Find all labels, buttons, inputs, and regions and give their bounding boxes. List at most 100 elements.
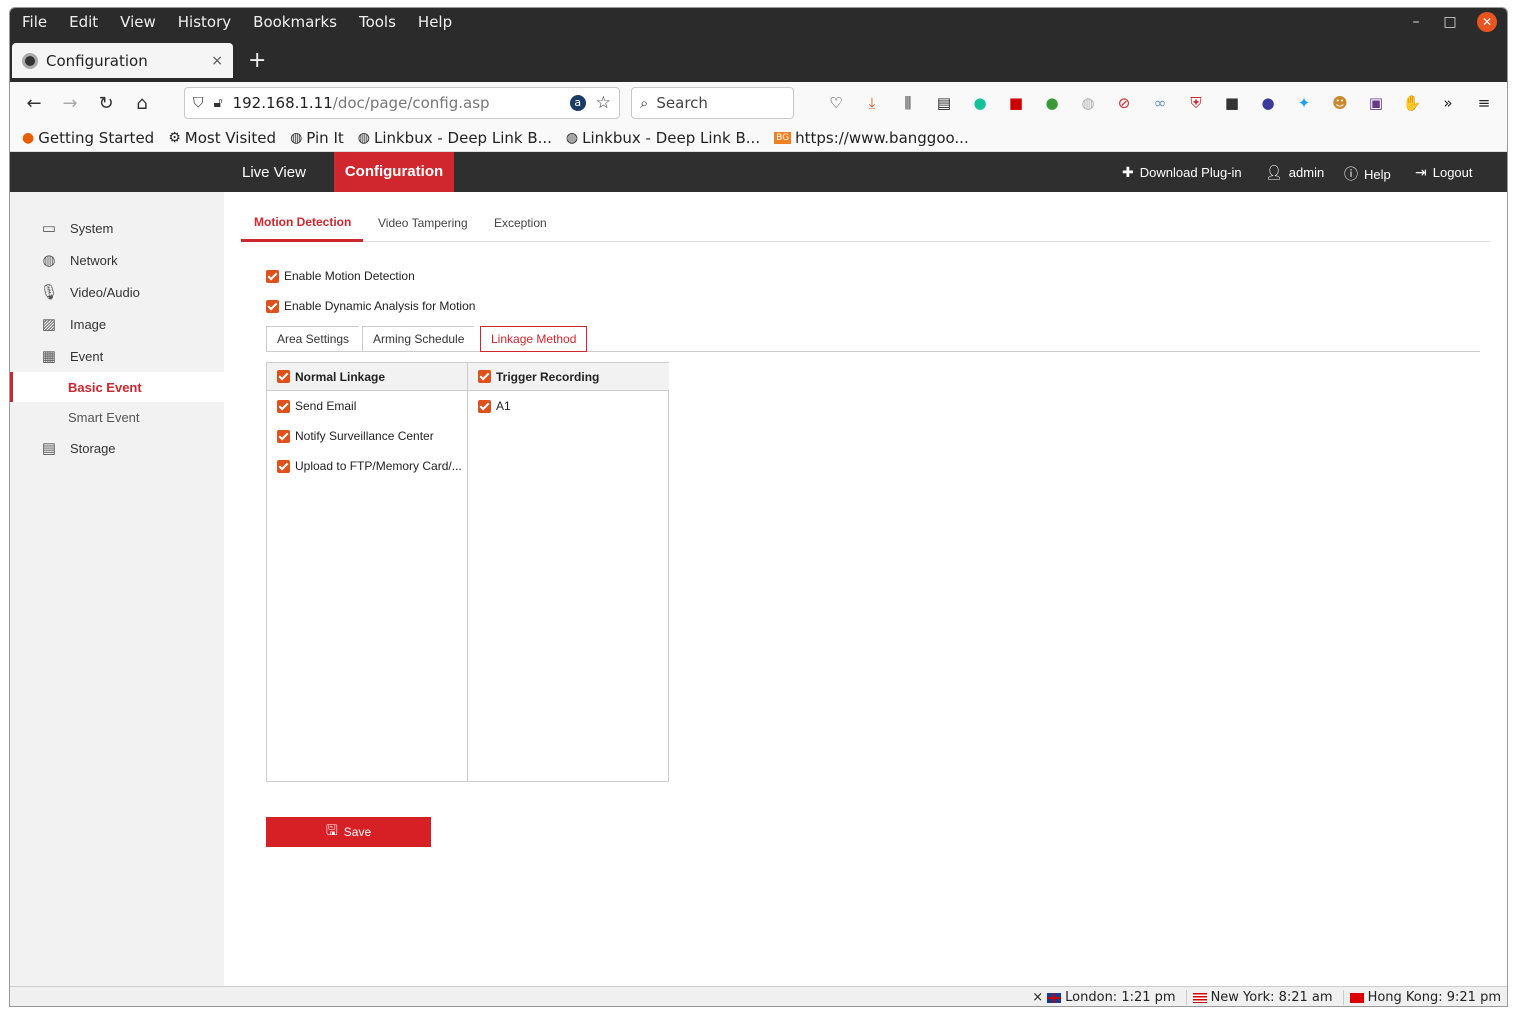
chat-extension-icon[interactable]: ● (1041, 92, 1063, 114)
bookmark-linkbux-2[interactable]: ◍ Linkbux - Deep Link B... (566, 129, 760, 147)
enable-motion-option[interactable]: Enable Motion Detection (266, 269, 415, 283)
dark-extension-icon[interactable]: ■ (1221, 92, 1243, 114)
nav-live-view[interactable]: Live View (242, 164, 306, 181)
tab-arming-schedule[interactable]: Arming Schedule (362, 326, 475, 351)
sidebar-item-image[interactable]: ▨ Image (10, 309, 224, 339)
a1-checkbox[interactable] (478, 399, 491, 413)
close-window-icon[interactable]: ✕ (1477, 12, 1497, 32)
globe-extension-icon[interactable]: ◍ (1077, 92, 1099, 114)
grammarly-icon[interactable]: ● (969, 92, 991, 114)
sidebar-icon[interactable]: ▤ (933, 92, 955, 114)
tab-close-icon[interactable]: × (211, 53, 223, 69)
block-extension-icon[interactable]: ⊘ (1113, 92, 1135, 114)
nav-configuration[interactable]: Configuration (334, 152, 454, 192)
logout-link[interactable]: ⇥ Logout (1415, 164, 1473, 181)
extension-red-icon[interactable]: ■ (1005, 92, 1027, 114)
planet-extension-icon[interactable]: ● (1257, 92, 1279, 114)
flag-extension-icon[interactable]: ▣ (1365, 92, 1387, 114)
sidebar-item-basic-event[interactable]: Basic Event (10, 372, 224, 402)
reload-icon[interactable]: ↻ (88, 93, 124, 114)
status-close-icon[interactable]: × (1032, 990, 1043, 1005)
trigger-recording-checkbox[interactable] (478, 370, 491, 383)
bookmark-star-icon[interactable]: ☆ (596, 93, 611, 113)
download-plugin-link[interactable]: ✚ Download Plug-in (1122, 164, 1242, 181)
storage-icon: ▤ (41, 440, 57, 457)
camera-favicon-icon (22, 52, 38, 69)
bookmark-getting-started[interactable]: ● Getting Started (22, 129, 154, 147)
menu-file[interactable]: File (22, 13, 47, 31)
sidebar-item-network[interactable]: ◍ Network (10, 245, 224, 275)
user-menu[interactable]: 👤︎ admin (1265, 164, 1324, 181)
trigger-recording-header[interactable]: Trigger Recording (468, 363, 669, 391)
forward-icon[interactable]: → (52, 93, 88, 114)
clock-label: London: 1:21 pm (1065, 990, 1176, 1005)
item-label: Send Email (295, 399, 357, 413)
shield-icon: ⛉ (193, 95, 204, 111)
list-item[interactable]: A1 (468, 391, 669, 421)
sidebar-item-smart-event[interactable]: Smart Event (10, 402, 224, 432)
bookmark-banggood[interactable]: BG https://www.banggoo... (774, 129, 969, 147)
list-item[interactable]: Notify Surveillance Center (267, 421, 467, 451)
bookmark-linkbux-1[interactable]: ◍ Linkbux - Deep Link B... (358, 129, 552, 147)
link-extension-icon[interactable]: ∞ (1149, 92, 1171, 114)
tab-area-settings[interactable]: Area Settings (266, 326, 360, 351)
active-tab-indicator (241, 239, 363, 242)
sidebar-item-label: System (70, 220, 114, 236)
normal-linkage-checkbox[interactable] (277, 370, 290, 383)
clock-london: London: 1:21 pm (1047, 990, 1176, 1005)
twitter-icon[interactable]: ✦ (1293, 92, 1315, 114)
back-icon[interactable]: ← (16, 93, 52, 114)
browser-tab[interactable]: Configuration × (12, 43, 233, 78)
menu-tools[interactable]: Tools (359, 13, 396, 31)
menu-help[interactable]: Help (418, 13, 452, 31)
enable-dynamic-option[interactable]: Enable Dynamic Analysis for Motion (266, 299, 475, 313)
menu-edit[interactable]: Edit (69, 13, 98, 31)
sidebar-item-storage[interactable]: ▤ Storage (10, 433, 224, 463)
tab-linkage-method[interactable]: Linkage Method (480, 326, 588, 352)
overflow-icon[interactable]: » (1437, 92, 1459, 114)
help-link[interactable]: ⓘ Help (1344, 164, 1391, 184)
bookmark-most-visited[interactable]: ⚙ Most Visited (168, 129, 276, 147)
tab-exception[interactable]: Exception (494, 216, 547, 230)
url-bar[interactable]: ⛉ 🔓︎ 192.168.1.11 /doc/page/config.asp a… (184, 87, 620, 119)
notify-center-checkbox[interactable] (277, 429, 290, 443)
monitor-icon: ▭ (41, 220, 57, 237)
sidebar-item-system[interactable]: ▭ System (10, 213, 224, 243)
hamburger-menu-icon[interactable]: ≡ (1473, 92, 1495, 114)
list-item[interactable]: Upload to FTP/Memory Card/... (267, 451, 467, 481)
gnome-extension-icon[interactable]: ✋ (1401, 92, 1423, 114)
shield-extension-icon[interactable]: ⛨ (1185, 92, 1207, 114)
reader-icon[interactable]: a (569, 95, 586, 111)
pocket-icon[interactable]: ♡ (825, 92, 847, 114)
download-icon[interactable]: ⤓ (861, 92, 883, 114)
sidebar-item-event[interactable]: ▦ Event (10, 341, 224, 371)
normal-linkage-header[interactable]: Normal Linkage (267, 363, 467, 391)
search-input[interactable]: ⌕ Search (631, 87, 794, 119)
bookmark-label: Most Visited (184, 128, 277, 147)
enable-dynamic-checkbox[interactable] (266, 299, 279, 313)
minimize-icon[interactable]: – (1409, 14, 1423, 30)
new-tab-button[interactable]: + (248, 48, 266, 73)
nav-toolbar: ← → ↻ ⌂ ⛉ 🔓︎ 192.168.1.11 /doc/page/conf… (10, 82, 1507, 124)
list-item[interactable]: Send Email (267, 391, 467, 421)
tab-video-tampering[interactable]: Video Tampering (378, 216, 468, 230)
home-icon[interactable]: ⌂ (124, 93, 160, 114)
enable-motion-checkbox[interactable] (266, 269, 279, 283)
send-email-checkbox[interactable] (277, 399, 290, 413)
upload-ftp-checkbox[interactable] (277, 459, 290, 473)
sidebar-item-label: Event (70, 348, 104, 364)
menu-view[interactable]: View (120, 13, 156, 31)
bookmark-pin-it[interactable]: ◍ Pin It (290, 129, 344, 147)
menu-bookmarks[interactable]: Bookmarks (253, 13, 337, 31)
tab-motion-detection[interactable]: Motion Detection (254, 215, 351, 229)
save-button[interactable]: 🖫︎ Save (266, 817, 431, 847)
gear-icon: ⚙ (168, 129, 181, 146)
title-area: File Edit View History Bookmarks Tools H… (10, 8, 1507, 82)
monkey-extension-icon[interactable]: ☻ (1329, 92, 1351, 114)
sidebar-item-video-audio[interactable]: 🎙︎ Video/Audio (10, 277, 224, 307)
maximize-icon[interactable]: □ (1443, 14, 1457, 30)
calendar-icon: ▦ (41, 348, 57, 365)
help-label: Help (1364, 166, 1391, 182)
library-icon[interactable]: ⫼ (897, 92, 919, 114)
menu-history[interactable]: History (178, 13, 231, 31)
